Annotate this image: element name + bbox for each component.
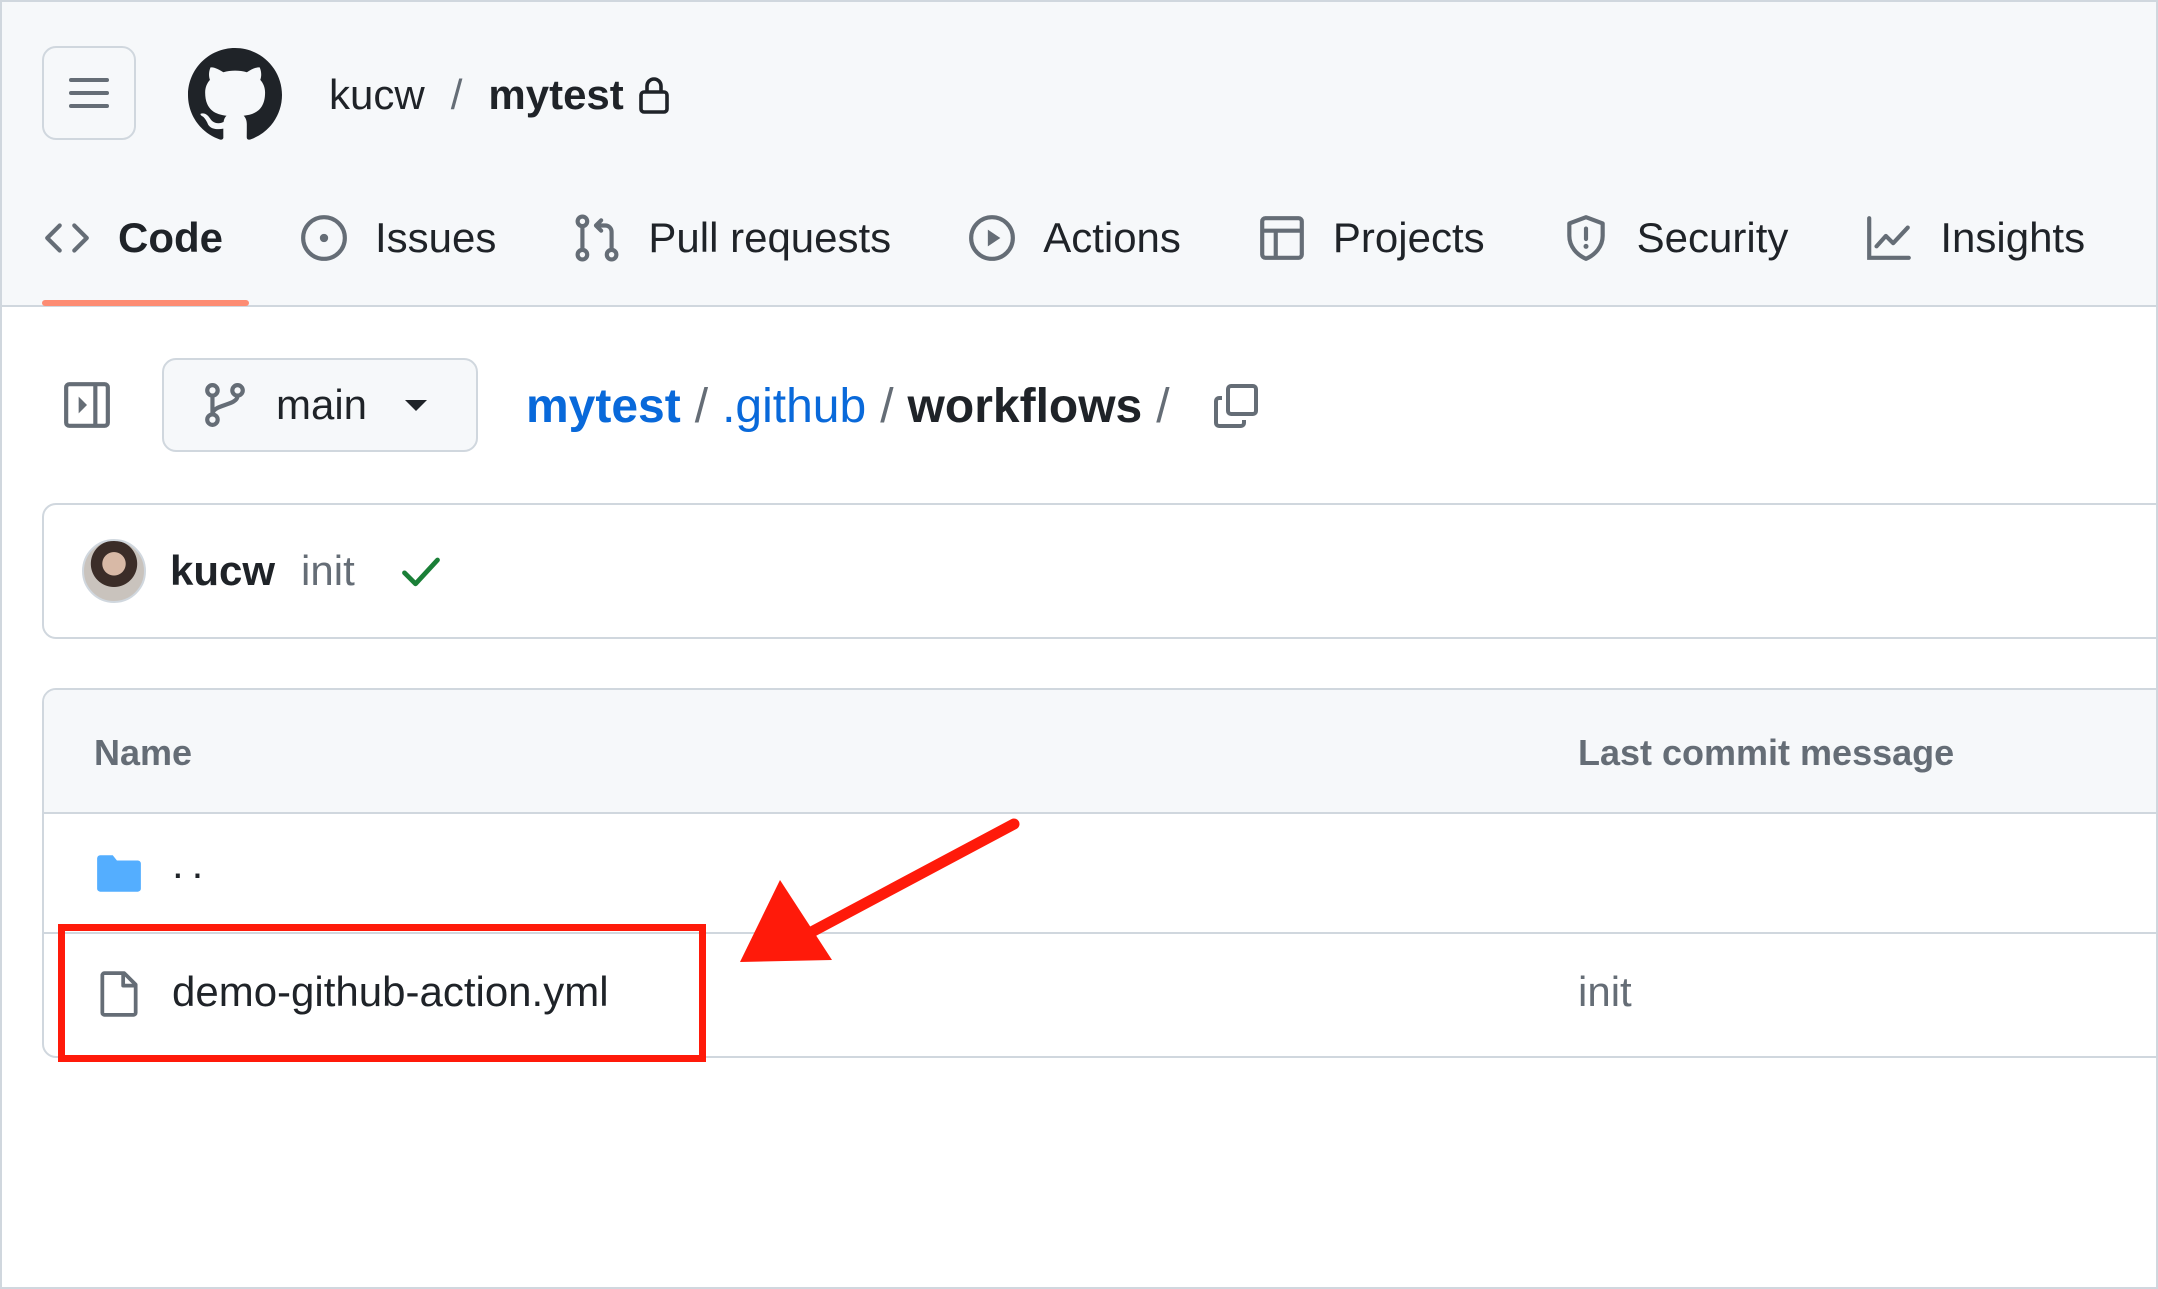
hamburger-icon xyxy=(69,78,109,108)
branch-name: main xyxy=(276,381,368,428)
play-icon xyxy=(969,215,1016,261)
breadcrumb-github-link[interactable]: .github xyxy=(722,379,866,434)
repo-path-separator: / xyxy=(450,71,463,118)
file-commit-message[interactable]: init xyxy=(1578,968,1632,1016)
breadcrumb-repo-link[interactable]: mytest xyxy=(526,379,681,434)
tab-code[interactable]: Code xyxy=(42,202,249,306)
repo-nav-tabs: Code Issues Pull requests Actions Projec… xyxy=(42,202,2156,307)
tab-projects[interactable]: Projects xyxy=(1257,202,1485,274)
issue-opened-icon xyxy=(301,215,347,261)
tab-label: Issues xyxy=(375,214,497,261)
github-logo-icon[interactable] xyxy=(188,48,282,142)
tab-label: Actions xyxy=(1043,214,1181,261)
check-icon[interactable] xyxy=(399,549,443,593)
tab-label: Projects xyxy=(1332,214,1485,261)
table-icon xyxy=(1260,216,1304,260)
tab-label: Security xyxy=(1636,214,1789,261)
breadcrumb: mytest / .github / workflows / xyxy=(526,376,1260,436)
latest-commit-bar: kucw init xyxy=(42,503,2156,639)
commit-message[interactable]: init xyxy=(301,547,355,595)
git-pull-request-icon xyxy=(575,214,619,262)
graph-icon xyxy=(1867,216,1912,260)
table-row[interactable]: .. xyxy=(44,814,2156,934)
annotation-highlight-box xyxy=(58,924,706,1062)
avatar[interactable] xyxy=(82,539,146,603)
annotation-arrow-icon xyxy=(740,818,1020,962)
chevron-down-icon xyxy=(405,399,428,411)
commit-author[interactable]: kucw xyxy=(170,547,275,595)
page-frame: kucw / mytest Code Issues Pull requests … xyxy=(0,0,2158,1289)
column-header-name: Name xyxy=(94,732,193,773)
tab-label: Pull requests xyxy=(648,214,892,261)
code-icon xyxy=(45,223,89,253)
sidebar-expand-icon[interactable] xyxy=(62,380,112,430)
table-header: Name Last commit message xyxy=(44,690,2156,814)
tab-label: Insights xyxy=(1940,214,2086,261)
breadcrumb-separator: / xyxy=(880,379,894,433)
tab-insights[interactable]: Insights xyxy=(1864,202,2085,274)
copy-icon[interactable] xyxy=(1212,382,1260,430)
tab-security[interactable]: Security xyxy=(1561,202,1789,274)
git-branch-icon xyxy=(205,383,245,427)
repo-header: kucw / mytest Code Issues Pull requests … xyxy=(2,2,2156,307)
tab-actions[interactable]: Actions xyxy=(967,202,1181,274)
repo-path: kucw / mytest xyxy=(329,68,670,122)
lock-icon xyxy=(638,77,669,114)
breadcrumb-separator: / xyxy=(1156,379,1170,433)
shield-icon xyxy=(1566,215,1605,261)
tab-issues[interactable]: Issues xyxy=(299,202,496,274)
breadcrumb-separator: / xyxy=(694,379,709,433)
breadcrumb-current: workflows xyxy=(907,379,1143,433)
repo-name-link[interactable]: mytest xyxy=(488,71,623,119)
folder-icon xyxy=(97,855,141,892)
tab-pull-requests[interactable]: Pull requests xyxy=(572,202,891,274)
column-header-message: Last commit message xyxy=(1578,732,1955,773)
branch-selector[interactable]: main xyxy=(162,358,478,452)
repo-owner-link[interactable]: kucw xyxy=(329,71,425,119)
parent-directory-link[interactable]: .. xyxy=(172,840,211,888)
menu-button[interactable] xyxy=(42,46,136,140)
tab-label: Code xyxy=(118,214,223,261)
